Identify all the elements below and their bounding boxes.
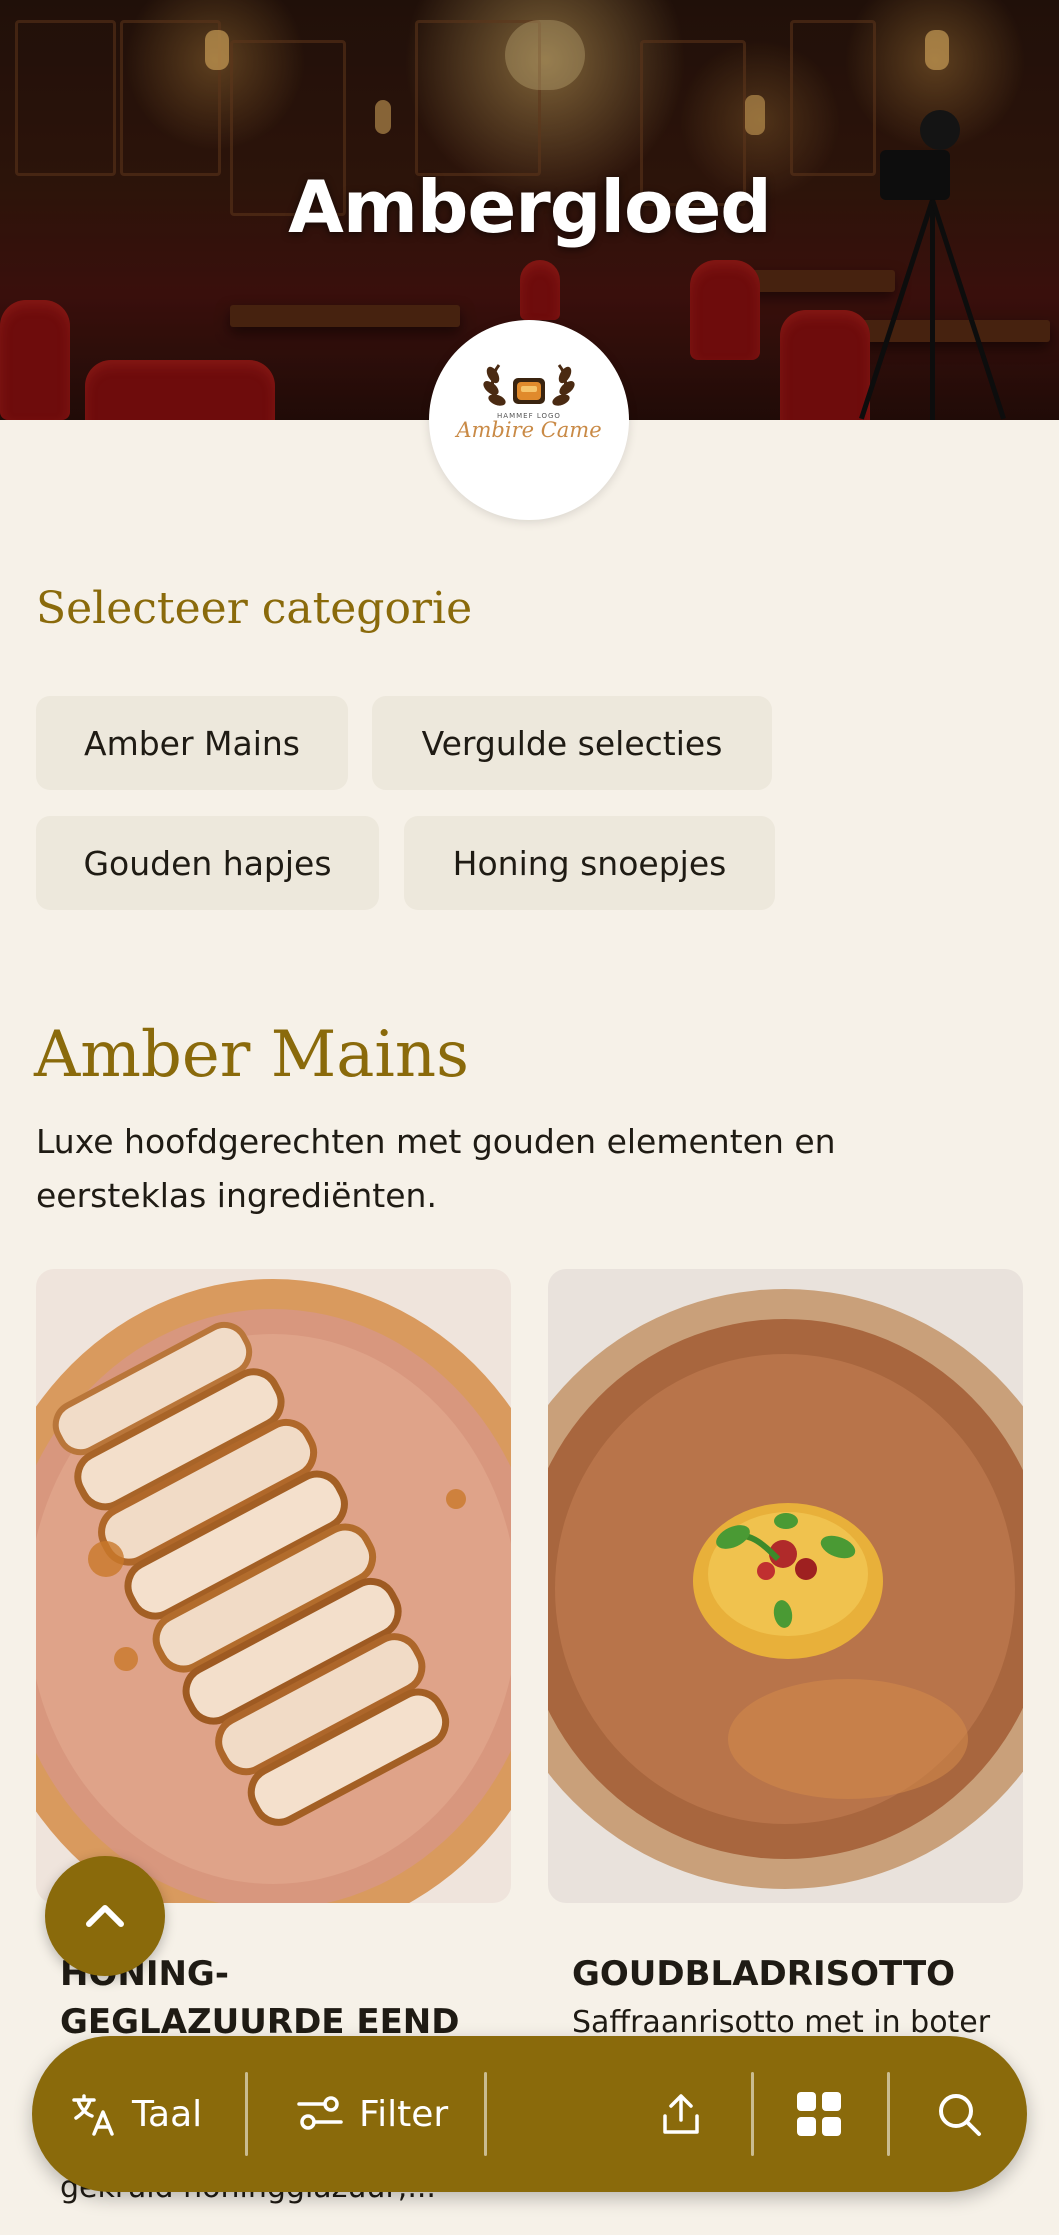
language-button[interactable]: Taal — [70, 2036, 202, 2192]
grid-view-button[interactable] — [795, 2036, 843, 2192]
filter-button[interactable]: Filter — [295, 2036, 448, 2192]
category-chip-gouden-hapjes[interactable]: Gouden hapjes — [36, 816, 379, 910]
dish-description-risotto: Saffraanrisotto met in boter — [572, 2005, 991, 2040]
share-upload-icon — [663, 2094, 699, 2134]
category-selector-label: Selecteer categorie — [36, 583, 473, 634]
chevron-up-icon — [86, 1905, 124, 1927]
grid-icon — [797, 2092, 841, 2136]
scroll-top-button[interactable] — [45, 1856, 165, 1976]
translate-icon — [72, 2094, 114, 2136]
search-button[interactable] — [935, 2036, 983, 2192]
risotto-plate-image — [548, 1269, 1023, 1903]
dish-image-risotto[interactable] — [548, 1269, 1023, 1903]
separator — [751, 2072, 754, 2156]
separator — [484, 2072, 487, 2156]
category-chip-amber-mains[interactable]: Amber Mains — [36, 696, 348, 790]
dish-name-risotto[interactable]: GOUDBLADRISOTTO — [572, 1950, 955, 1998]
separator — [887, 2072, 890, 2156]
search-icon — [939, 2094, 981, 2136]
filter-label: Filter — [359, 2093, 449, 2135]
share-button[interactable] — [657, 2036, 705, 2192]
restaurant-logo: HAMMEF LOGO Ambire Came — [429, 320, 629, 520]
restaurant-name: Ambergloed — [288, 165, 772, 249]
category-title: Amber Mains — [34, 1018, 469, 1092]
language-label: Taal — [132, 2093, 203, 2135]
category-description: Luxe hoofdgerechten met gouden elementen… — [36, 1122, 836, 1215]
dish-image-duck[interactable] — [36, 1269, 511, 1903]
category-chip-vergulde-selecties[interactable]: Vergulde selecties — [372, 696, 772, 790]
category-chip-honing-snoepjes[interactable]: Honing snoepjes — [404, 816, 775, 910]
bottom-navigation-bar: Taal Filter — [32, 2036, 1027, 2192]
sliders-icon — [297, 2096, 343, 2130]
duck-plate-image — [36, 1269, 511, 1903]
separator — [245, 2072, 248, 2156]
logo-script-text: Ambire Came — [456, 418, 602, 442]
